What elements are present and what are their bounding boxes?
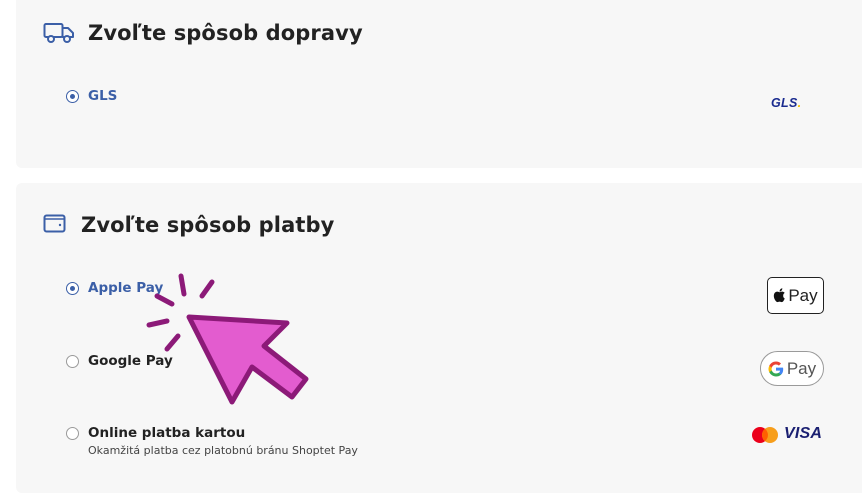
apple-pay-radio[interactable] bbox=[66, 282, 79, 295]
gls-logo-dot: . bbox=[797, 96, 802, 110]
google-g-icon bbox=[768, 361, 784, 376]
payment-title: Zvoľte spôsob platby bbox=[81, 213, 335, 237]
apple-pay-badge: Pay bbox=[767, 277, 824, 314]
google-pay-badge: Pay bbox=[760, 351, 824, 386]
google-pay-radio[interactable] bbox=[66, 355, 79, 368]
gls-radio[interactable] bbox=[66, 90, 79, 103]
apple-pay-badge-text: Pay bbox=[788, 285, 818, 305]
gls-logo: GLS. bbox=[771, 96, 801, 110]
gls-logo-text: GLS bbox=[771, 96, 798, 110]
truck-icon bbox=[43, 23, 74, 43]
card-description: Okamžitá platba cez platobnú bránu Shopt… bbox=[88, 444, 358, 457]
card-radio[interactable] bbox=[66, 427, 79, 440]
gls-label: GLS bbox=[88, 88, 118, 104]
mastercard-icon bbox=[752, 427, 778, 443]
apple-pay-label: Apple Pay bbox=[88, 280, 164, 296]
shipping-title: Zvoľte spôsob dopravy bbox=[88, 21, 363, 45]
google-pay-badge-text: Pay bbox=[786, 358, 817, 378]
visa-logo: VISA bbox=[784, 425, 823, 442]
google-pay-label: Google Pay bbox=[88, 353, 173, 369]
wallet-icon bbox=[43, 214, 66, 233]
card-label: Online platba kartou bbox=[88, 425, 246, 441]
apple-icon bbox=[774, 287, 786, 302]
